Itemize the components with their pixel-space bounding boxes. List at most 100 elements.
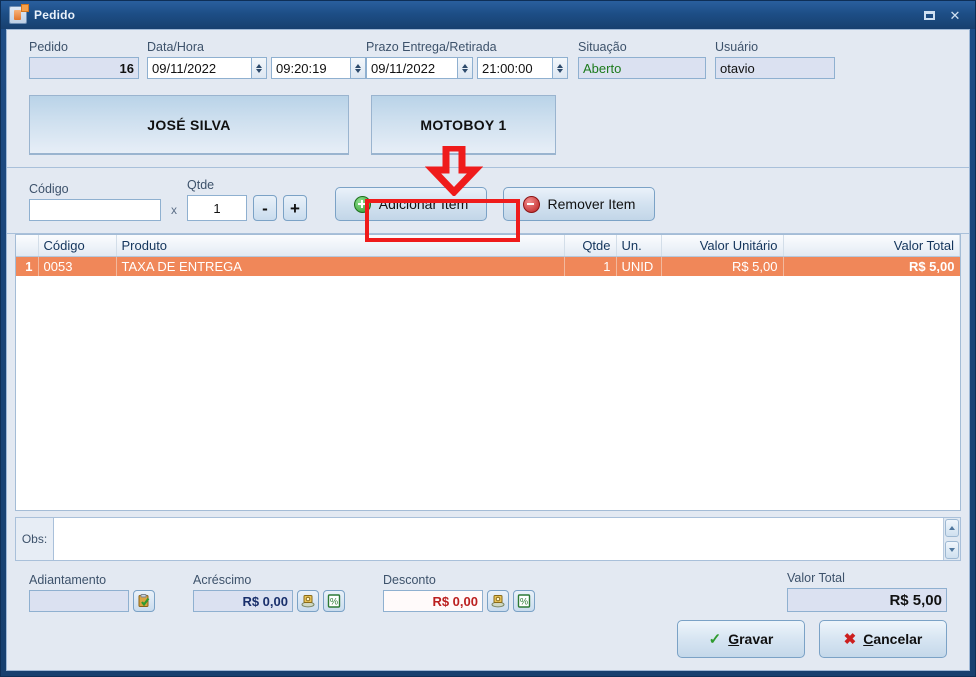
qtde-stepper: 1 - +	[187, 195, 307, 221]
col-qtde[interactable]: Qtde	[564, 235, 617, 257]
data-spinner[interactable]	[252, 57, 267, 79]
header-pane: Pedido 16 Data/Hora 09/11/2022 09:20:19	[7, 30, 969, 85]
party-panels: JOSÉ SILVA MOTOBOY 1	[7, 85, 969, 167]
col-codigo[interactable]: Código	[38, 235, 117, 257]
acrescimo-controls: R$ 0,00 %	[193, 590, 345, 612]
scroll-down-icon[interactable]	[945, 541, 959, 559]
row-un: UNID	[616, 256, 662, 276]
col-valor-unitario[interactable]: Valor Unitário	[661, 235, 784, 257]
percent-icon[interactable]: %	[513, 590, 535, 612]
qtde-decrement-button[interactable]: -	[253, 195, 277, 221]
obs-field[interactable]	[53, 517, 961, 561]
plus-circle-icon	[353, 195, 371, 213]
situacao-value: Aberto	[578, 57, 706, 79]
obs-row: Obs:	[7, 511, 969, 565]
title-bar: Pedido ✕	[1, 1, 975, 29]
percent-icon[interactable]: %	[323, 590, 345, 612]
valor-total-value: R$ 5,00	[787, 588, 947, 612]
clipboard-check-icon[interactable]	[133, 590, 155, 612]
label-desconto: Desconto	[383, 573, 436, 587]
close-icon[interactable]: ✕	[947, 7, 963, 23]
window-title: Pedido	[34, 8, 76, 22]
field-adiantamento: Adiantamento	[29, 573, 155, 612]
data-hora-inputs: 09/11/2022 09:20:19	[147, 57, 366, 79]
item-entry-row: Código x Qtde 1 - + Adicionar Item Remov…	[7, 178, 969, 221]
money-icon[interactable]	[487, 590, 509, 612]
label-prazo: Prazo Entrega/Retirada	[366, 40, 497, 54]
items-grid[interactable]: Código Produto Qtde Un. Valor Unitário V…	[15, 234, 961, 511]
acrescimo-value: R$ 0,00	[193, 590, 293, 612]
remover-item-label: Remover Item	[547, 196, 636, 212]
entregador-panel[interactable]: MOTOBOY 1	[371, 95, 556, 155]
items-table: Código Produto Qtde Un. Valor Unitário V…	[16, 235, 960, 276]
prazo-hora-spinner[interactable]	[553, 57, 568, 79]
field-acrescimo: Acréscimo R$ 0,00 %	[193, 573, 345, 612]
label-pedido: Pedido	[29, 40, 68, 54]
remover-item-button[interactable]: Remover Item	[503, 187, 655, 221]
data-input-group[interactable]: 09/11/2022	[147, 57, 267, 79]
codigo-input[interactable]	[29, 199, 161, 221]
x-icon: ✖	[843, 631, 857, 648]
hora-input[interactable]: 09:20:19	[271, 57, 351, 79]
prazo-inputs: 09/11/2022 21:00:00	[366, 57, 578, 79]
field-usuario: Usuário otavio	[715, 40, 845, 79]
svg-text:%: %	[520, 597, 528, 607]
label-data-hora: Data/Hora	[147, 40, 204, 54]
adiantamento-value	[29, 590, 129, 612]
data-input[interactable]: 09/11/2022	[147, 57, 252, 79]
table-row[interactable]: 1 0053 TAXA DE ENTREGA 1 UNID R$ 5,00 R$…	[16, 256, 960, 276]
row-index: 1	[16, 256, 39, 276]
field-pedido: Pedido 16	[29, 40, 147, 79]
label-situacao: Situação	[578, 40, 627, 54]
label-acrescimo: Acréscimo	[193, 573, 252, 587]
col-index[interactable]	[16, 235, 39, 257]
field-valor-total: Valor Total R$ 5,00	[787, 571, 947, 612]
prazo-hora-input[interactable]: 21:00:00	[477, 57, 553, 79]
hora-input-group[interactable]: 09:20:19	[271, 57, 366, 79]
row-valor-total: R$ 5,00	[783, 256, 960, 276]
field-prazo: Prazo Entrega/Retirada 09/11/2022 21:00:…	[366, 40, 578, 79]
item-entry-pane: Código x Qtde 1 - + Adicionar Item Remov…	[7, 144, 969, 242]
cancelar-label: Cancelar	[863, 631, 923, 647]
qtde-increment-button[interactable]: +	[283, 195, 307, 221]
desconto-value[interactable]: R$ 0,00	[383, 590, 483, 612]
minus-circle-icon	[522, 195, 540, 213]
row-valor-unitario: R$ 5,00	[661, 256, 784, 276]
prazo-data-group[interactable]: 09/11/2022	[366, 57, 473, 79]
scroll-up-icon[interactable]	[945, 519, 959, 537]
prazo-hora-group[interactable]: 21:00:00	[477, 57, 568, 79]
field-codigo: Código	[29, 182, 161, 221]
gravar-label: Gravar	[728, 631, 774, 647]
cancelar-button[interactable]: ✖ Cancelar	[819, 620, 947, 658]
label-usuario: Usuário	[715, 40, 759, 54]
order-icon	[9, 4, 29, 24]
footer-actions: ✓ Gravar ✖ Cancelar	[7, 620, 969, 670]
row-codigo: 0053	[38, 256, 117, 276]
obs-scrollbar[interactable]	[943, 518, 960, 560]
obs-text[interactable]	[54, 518, 943, 560]
row-qtde: 1	[564, 256, 617, 276]
cliente-name: JOSÉ SILVA	[147, 116, 231, 133]
hora-spinner[interactable]	[351, 57, 366, 79]
adicionar-item-button[interactable]: Adicionar Item	[335, 187, 487, 221]
prazo-data-spinner[interactable]	[458, 57, 473, 79]
gravar-button[interactable]: ✓ Gravar	[677, 620, 805, 658]
field-situacao: Situação Aberto	[578, 40, 715, 79]
pedido-window: Pedido ✕ Pedido 16 Data/Hora 09/11/2022	[0, 0, 976, 677]
label-valor-total: Valor Total	[787, 571, 845, 585]
col-un[interactable]: Un.	[616, 235, 662, 257]
cliente-panel[interactable]: JOSÉ SILVA	[29, 95, 349, 155]
client-area: Pedido 16 Data/Hora 09/11/2022 09:20:19	[6, 29, 970, 671]
field-desconto: Desconto R$ 0,00 %	[383, 573, 535, 612]
obs-label: Obs:	[15, 517, 53, 561]
row-produto: TAXA DE ENTREGA	[116, 256, 565, 276]
totals-row: Adiantamento Acréscimo R$ 0,00 % Descont…	[7, 565, 969, 620]
prazo-data-input[interactable]: 09/11/2022	[366, 57, 458, 79]
multiplier-label: x	[171, 203, 177, 217]
money-icon[interactable]	[297, 590, 319, 612]
qtde-input[interactable]: 1	[187, 195, 247, 221]
col-valor-total[interactable]: Valor Total	[783, 235, 960, 257]
maximize-button[interactable]	[921, 7, 937, 23]
table-header-row: Código Produto Qtde Un. Valor Unitário V…	[16, 235, 960, 257]
col-produto[interactable]: Produto	[116, 235, 565, 257]
